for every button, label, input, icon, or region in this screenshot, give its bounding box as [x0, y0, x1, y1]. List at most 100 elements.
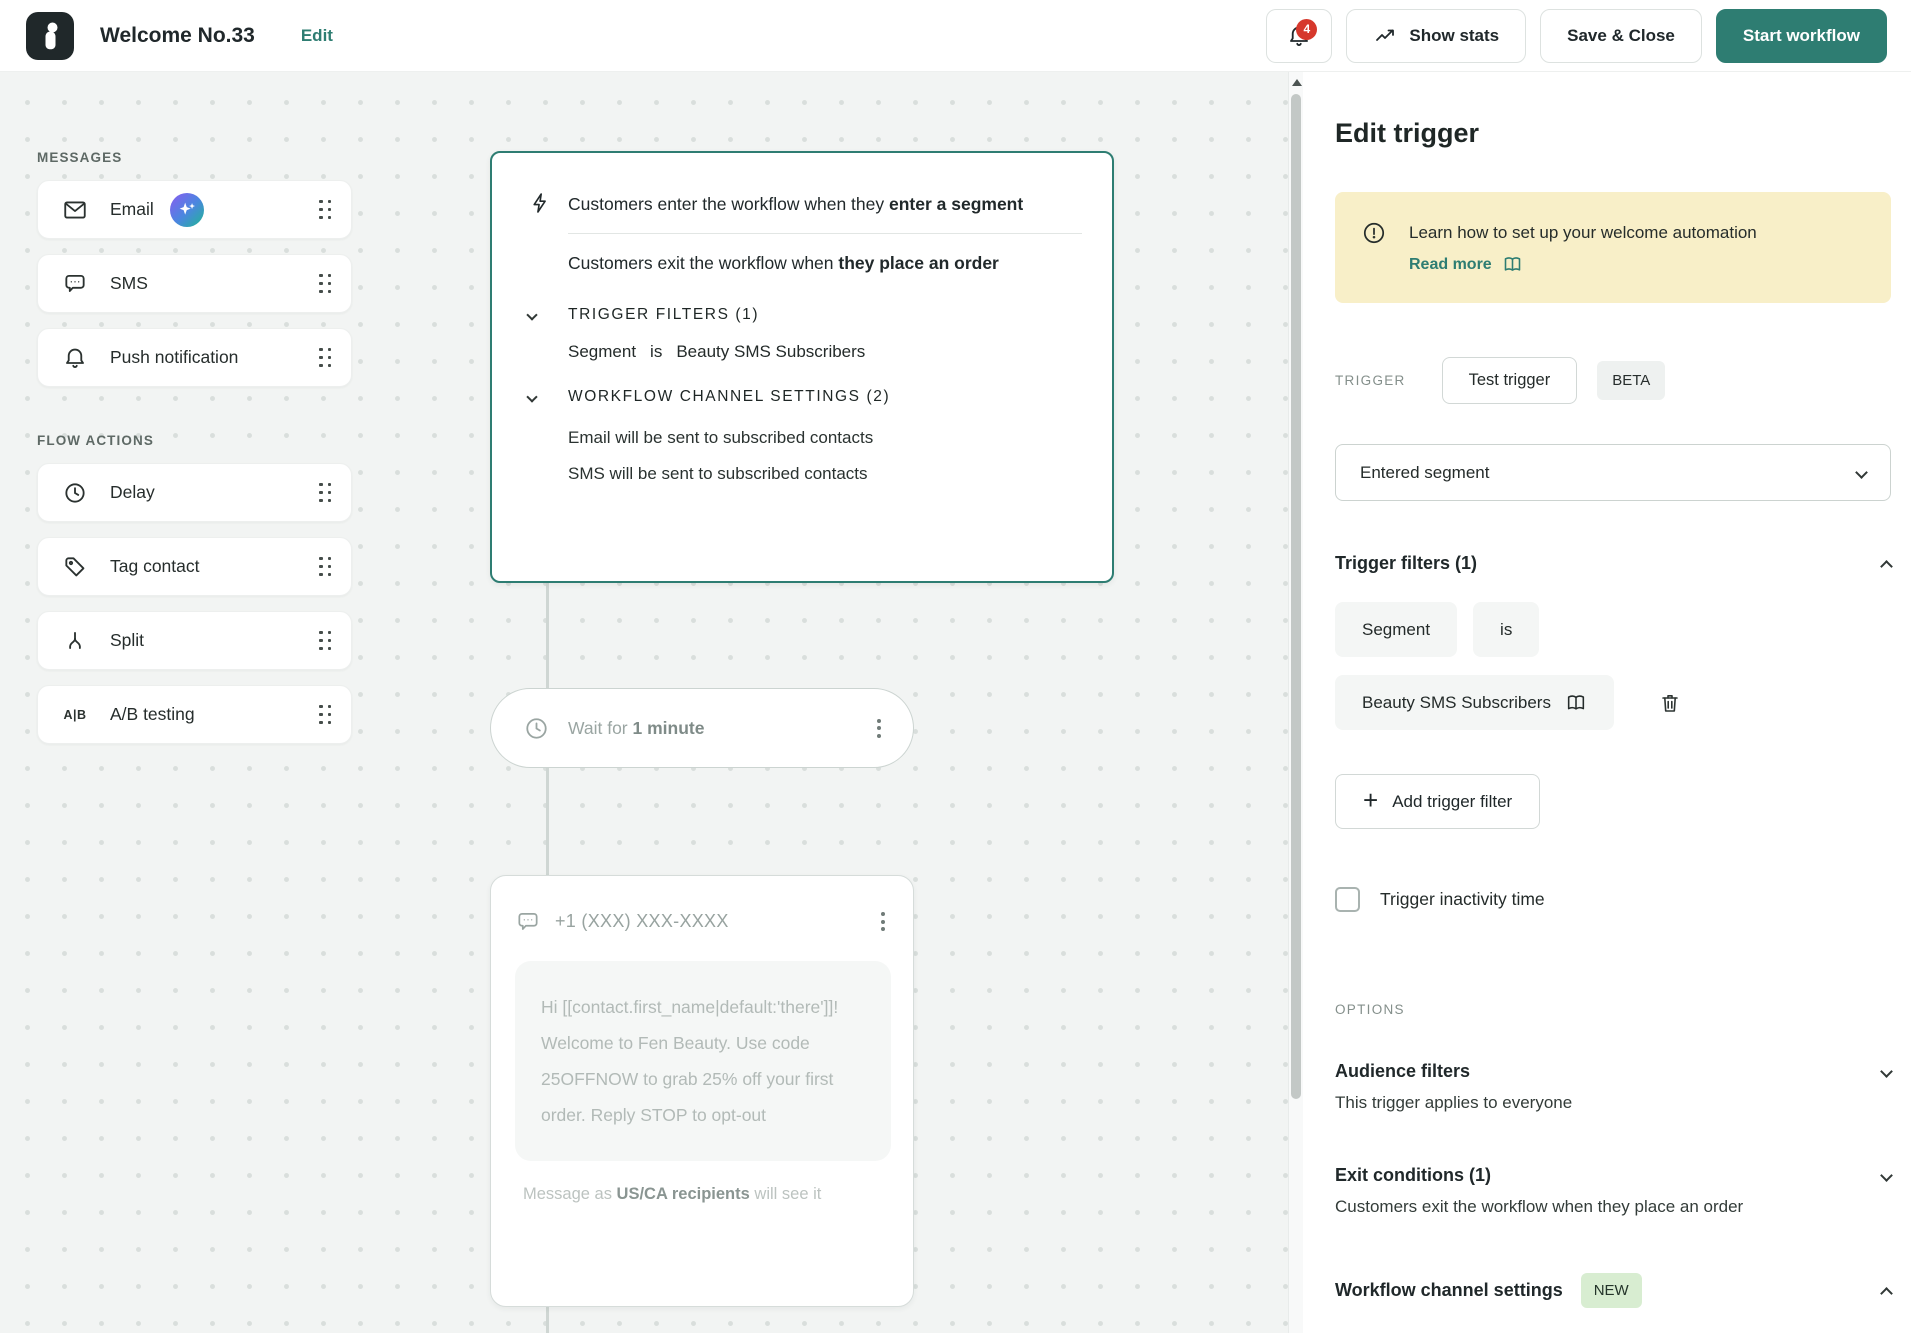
chevron-down-icon — [1855, 466, 1868, 479]
channel-email-line: Email will be sent to subscribed contact… — [568, 428, 874, 447]
drag-handle[interactable] — [319, 347, 331, 368]
trigger-filter-summary: Segment is Beauty SMS Subscribers — [568, 342, 866, 361]
info-banner: Learn how to set up your welcome automat… — [1335, 192, 1891, 303]
chevron-down-icon — [526, 391, 538, 403]
audience-filters-subtitle: This trigger applies to everyone — [1335, 1093, 1573, 1112]
flow-actions-section-label: FLOW ACTIONS — [37, 433, 154, 448]
palette-item-tag-contact[interactable]: Tag contact — [37, 537, 352, 596]
notifications-button[interactable]: 4 — [1266, 8, 1333, 63]
chevron-down-icon — [1880, 1065, 1893, 1078]
info-icon — [1363, 222, 1385, 244]
channel-sms-line: SMS will be sent to subscribed contacts — [568, 464, 868, 483]
drag-handle[interactable] — [319, 273, 331, 294]
drag-handle[interactable] — [319, 482, 331, 503]
show-stats-label: Show stats — [1409, 25, 1500, 45]
delete-filter-button[interactable] — [1658, 691, 1682, 715]
node-palette: MESSAGES Email SMS Push notification FLO… — [37, 150, 352, 744]
chevron-down-icon — [526, 309, 538, 321]
trigger-filters-toggle[interactable]: TRIGGER FILTERS (1) — [526, 306, 1082, 324]
sms-recipient: +1 (XXX) XXX-XXXX — [555, 911, 729, 931]
stats-icon — [1376, 29, 1395, 41]
test-trigger-button[interactable]: Test trigger — [1441, 357, 1578, 404]
trigger-enter-text: Customers enter the workflow when they e… — [568, 194, 1024, 214]
edit-trigger-panel: Edit trigger Learn how to set up your we… — [1303, 72, 1911, 1333]
push-notification-icon — [62, 345, 88, 371]
palette-item-split[interactable]: Split — [37, 611, 352, 670]
workflow-channel-settings-section: Workflow channel settings NEW — [1335, 1273, 1893, 1308]
ai-sparkle-badge — [169, 192, 204, 227]
top-bar: Welcome No.33 Edit 4 Show stats Save & C… — [0, 0, 1911, 72]
trigger-exit-text: Customers exit the workflow when they pl… — [568, 253, 999, 273]
more-options-icon[interactable] — [871, 713, 887, 744]
sms-bubble-icon — [518, 912, 538, 930]
trigger-inactivity-checkbox[interactable] — [1335, 887, 1360, 912]
trigger-inactivity-label: Trigger inactivity time — [1380, 889, 1545, 909]
trash-icon — [1662, 694, 1678, 712]
filter-operator-chip[interactable]: is — [1473, 602, 1540, 657]
palette-item-ab-testing[interactable]: A|B A/B testing — [37, 685, 352, 744]
sms-message-preview: Hi [[contact.first_name|default:'there']… — [515, 961, 891, 1161]
more-options-icon[interactable] — [875, 906, 891, 937]
palette-item-email[interactable]: Email — [37, 180, 352, 239]
trigger-filters-section-header[interactable]: Trigger filters (1) — [1335, 553, 1893, 574]
channel-settings-toggle[interactable]: WORKFLOW CHANNEL SETTINGS (2) — [526, 388, 1082, 406]
trigger-divider — [568, 233, 1082, 234]
panel-title: Edit trigger — [1335, 118, 1480, 148]
sms-icon — [62, 271, 88, 297]
save-close-button[interactable]: Save & Close — [1540, 8, 1702, 63]
scroll-up-arrow[interactable] — [1292, 79, 1302, 86]
start-workflow-button[interactable]: Start workflow — [1715, 8, 1887, 63]
tag-icon — [62, 554, 88, 580]
options-section-label: OPTIONS — [1335, 1002, 1405, 1017]
palette-item-delay[interactable]: Delay — [37, 463, 352, 522]
sms-node-card[interactable]: +1 (XXX) XXX-XXXX Hi [[contact.first_nam… — [490, 875, 914, 1307]
drag-handle[interactable] — [319, 556, 331, 577]
drag-handle[interactable] — [319, 704, 331, 725]
filter-value-chip[interactable]: Beauty SMS Subscribers — [1335, 675, 1614, 730]
exit-conditions-subtitle: Customers exit the workflow when they pl… — [1335, 1197, 1744, 1216]
book-icon — [1504, 257, 1520, 271]
split-icon — [62, 628, 88, 654]
wait-label: Wait for 1 minute — [568, 717, 705, 738]
exit-conditions-section: Exit conditions (1) Customers exit the w… — [1335, 1165, 1893, 1217]
notification-count-badge: 4 — [1296, 18, 1318, 40]
canvas-scrollbar[interactable] — [1288, 72, 1303, 1333]
logo-glyph — [45, 22, 58, 49]
new-badge: NEW — [1580, 1273, 1642, 1308]
workflow-title: Welcome No.33 — [100, 23, 255, 47]
omnisend-logo — [26, 11, 74, 60]
banner-text: Learn how to set up your welcome automat… — [1409, 223, 1757, 242]
delay-clock-icon — [62, 480, 88, 506]
palette-item-sms[interactable]: SMS — [37, 254, 352, 313]
plus-icon: + — [1363, 785, 1379, 815]
trigger-node-card[interactable]: Customers enter the workflow when they e… — [490, 151, 1114, 583]
edit-title-link[interactable]: Edit — [301, 26, 333, 46]
sms-preview-note: Message as US/CA recipients will see it — [523, 1185, 822, 1203]
lightning-icon — [528, 187, 568, 221]
workflow-channel-settings-header[interactable]: Workflow channel settings NEW — [1335, 1273, 1893, 1308]
email-icon — [62, 197, 88, 223]
show-stats-button[interactable]: Show stats — [1346, 8, 1527, 63]
chevron-up-icon — [1880, 560, 1893, 573]
beta-badge: BETA — [1597, 361, 1666, 400]
workflow-canvas[interactable]: MESSAGES Email SMS Push notification FLO… — [0, 72, 1288, 1333]
ab-testing-icon: A|B — [63, 707, 87, 722]
trigger-type-select[interactable]: Entered segment — [1335, 444, 1891, 501]
scrollbar-thumb[interactable] — [1291, 94, 1301, 1099]
read-more-link[interactable]: Read more — [1409, 254, 1757, 275]
filter-field-chip[interactable]: Segment — [1335, 602, 1458, 657]
chevron-down-icon — [1880, 1169, 1893, 1182]
chevron-up-icon — [1880, 1287, 1893, 1300]
exit-conditions-header[interactable]: Exit conditions (1) — [1335, 1165, 1893, 1186]
drag-handle[interactable] — [319, 199, 331, 220]
trigger-label: TRIGGER — [1335, 373, 1406, 388]
drag-handle[interactable] — [319, 630, 331, 651]
delay-node-card[interactable]: Wait for 1 minute — [490, 688, 914, 768]
audience-filters-header[interactable]: Audience filters — [1335, 1061, 1893, 1082]
palette-item-push-notification[interactable]: Push notification — [37, 328, 352, 387]
clock-icon — [526, 717, 547, 739]
book-icon — [1567, 694, 1585, 710]
add-trigger-filter-button[interactable]: + Add trigger filter — [1335, 774, 1541, 829]
messages-section-label: MESSAGES — [37, 150, 123, 165]
audience-filters-section: Audience filters This trigger applies to… — [1335, 1061, 1893, 1113]
